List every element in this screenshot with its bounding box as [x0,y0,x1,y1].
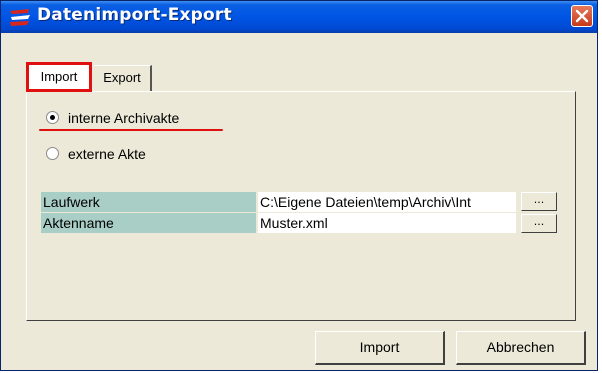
aktenname-label: Aktenname [41,213,256,233]
radio-button[interactable] [46,147,59,160]
import-button[interactable]: Import [315,331,445,365]
laufwerk-browse-button[interactable]: ... [521,192,557,211]
aktenname-browse-button[interactable]: ... [521,214,557,233]
tab-import[interactable]: Import [26,62,92,92]
highlight-underline [39,129,223,131]
radio-button[interactable] [46,111,59,124]
window-title: Datenimport-Export [37,5,232,25]
close-button[interactable] [571,5,593,27]
radio-label: interne Archivakte [68,110,180,126]
laufwerk-label: Laufwerk [41,192,256,212]
aktenname-input[interactable]: Muster.xml [258,213,516,233]
cancel-button[interactable]: Abbrechen [456,331,586,365]
radio-label: externe Akte [68,146,146,162]
dialog-window: Datenimport-Export Import Export interne… [0,0,598,371]
close-icon [575,9,589,23]
app-logo-icon [10,9,30,26]
title-bar[interactable]: Datenimport-Export [1,1,597,33]
laufwerk-input[interactable]: C:\Eigene Dateien\temp\Archiv\Int [258,192,516,212]
tab-export[interactable]: Export [94,65,152,91]
